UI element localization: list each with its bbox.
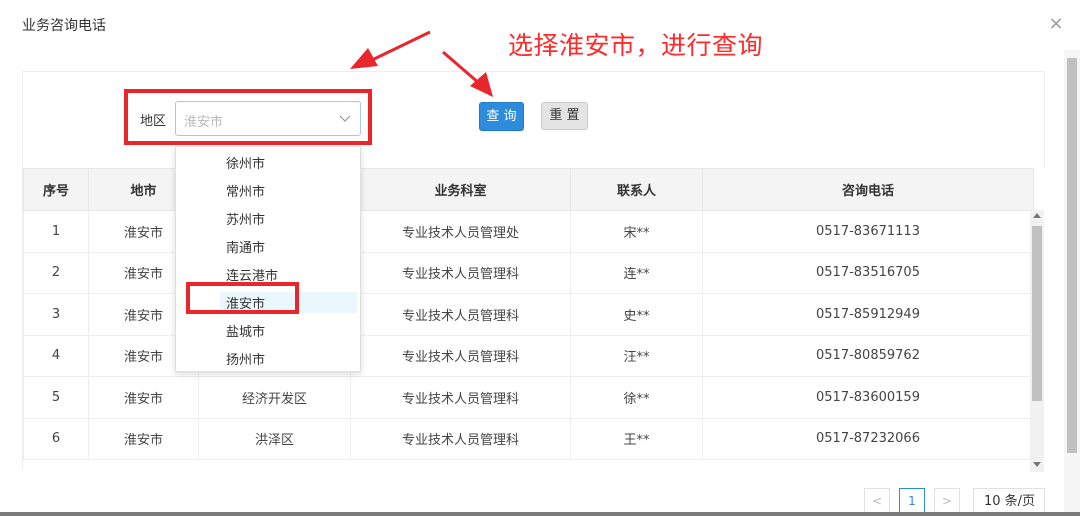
dropdown-option[interactable]: 扬州市 bbox=[226, 349, 265, 368]
dropdown-option[interactable]: 南通市 bbox=[226, 237, 265, 256]
table-cell: 2 bbox=[23, 251, 89, 294]
dropdown-option[interactable]: 盐城市 bbox=[226, 321, 265, 340]
table-cell: 0517-85912949 bbox=[702, 293, 1034, 336]
table-cell: 淮安市 bbox=[88, 376, 199, 419]
column-header: 业务科室 bbox=[350, 168, 571, 211]
table-cell: 淮安市 bbox=[88, 417, 199, 460]
table-cell: 专业技术人员管理科 bbox=[350, 334, 571, 377]
table-row[interactable]: 6 淮安市 洪泽区 专业技术人员管理科 王** 0517-87232066 bbox=[23, 417, 1034, 460]
page-scroll-thumb[interactable] bbox=[1067, 58, 1077, 453]
table-cell: 6 bbox=[23, 417, 89, 460]
table-cell: 0517-83516705 bbox=[702, 251, 1034, 294]
annotation-box-option bbox=[186, 282, 299, 314]
scroll-up-icon[interactable] bbox=[1033, 213, 1041, 218]
table-cell: 徐** bbox=[570, 376, 703, 419]
table-cell: 宋** bbox=[570, 210, 703, 253]
dropdown-option[interactable]: 常州市 bbox=[226, 181, 265, 200]
table-cell: 专业技术人员管理科 bbox=[350, 417, 571, 460]
pager-page-button[interactable]: 1 bbox=[899, 488, 925, 514]
table-cell: 汪** bbox=[570, 334, 703, 377]
scroll-down-icon[interactable] bbox=[1033, 462, 1041, 467]
dropdown-option[interactable]: 徐州市 bbox=[226, 153, 265, 172]
reset-button[interactable]: 重 置 bbox=[541, 102, 588, 130]
table-cell: 5 bbox=[23, 376, 89, 419]
table-cell: 专业技术人员管理科 bbox=[350, 376, 571, 419]
table-cell: 0517-87232066 bbox=[702, 417, 1034, 460]
table-cell: 1 bbox=[23, 210, 89, 253]
table-cell: 0517-83671113 bbox=[702, 210, 1034, 253]
table-cell: 专业技术人员管理处 bbox=[350, 210, 571, 253]
region-dropdown: 徐州市 常州市 苏州市 南通市 连云港市 淮安市 盐城市 扬州市 bbox=[175, 146, 361, 372]
annotation-box-select bbox=[124, 89, 372, 145]
table-cell: 专业技术人员管理科 bbox=[350, 293, 571, 336]
scroll-thumb[interactable] bbox=[1032, 226, 1042, 401]
table-cell: 专业技术人员管理科 bbox=[350, 251, 571, 294]
table-cell: 0517-83600159 bbox=[702, 376, 1034, 419]
table-cell: 洪泽区 bbox=[198, 417, 351, 460]
dialog-title: 业务咨询电话 bbox=[22, 18, 106, 34]
table-cell: 史** bbox=[570, 293, 703, 336]
column-header: 序号 bbox=[23, 168, 89, 211]
pager-next-button[interactable]: > bbox=[934, 488, 960, 514]
close-icon[interactable]: × bbox=[1046, 14, 1066, 34]
table-row[interactable]: 5 淮安市 经济开发区 专业技术人员管理科 徐** 0517-83600159 bbox=[23, 376, 1034, 419]
bottom-edge bbox=[0, 512, 1080, 516]
table-cell: 4 bbox=[23, 334, 89, 377]
column-header: 联系人 bbox=[570, 168, 703, 211]
query-button[interactable]: 查 询 bbox=[479, 102, 524, 131]
column-header: 咨询电话 bbox=[702, 168, 1034, 211]
table-scrollbar[interactable] bbox=[1030, 210, 1044, 472]
table-cell: 3 bbox=[23, 293, 89, 336]
table-cell: 连** bbox=[570, 251, 703, 294]
pager-prev-button[interactable]: < bbox=[864, 488, 890, 514]
dropdown-option[interactable]: 苏州市 bbox=[226, 209, 265, 228]
table-cell: 王** bbox=[570, 417, 703, 460]
table-cell: 0517-80859762 bbox=[702, 334, 1034, 377]
annotation-instruction: 选择淮安市，进行查询 bbox=[508, 31, 764, 60]
table-cell: 经济开发区 bbox=[198, 376, 351, 419]
